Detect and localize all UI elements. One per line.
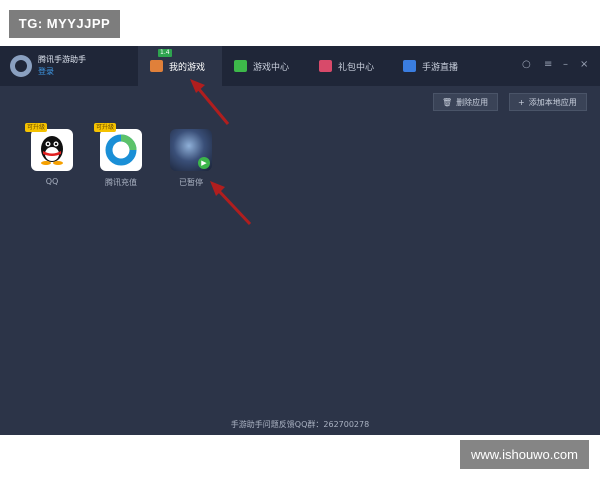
watermark-bottom-right: www.ishouwo.com	[460, 440, 589, 469]
annotation-arrows	[190, 79, 252, 226]
arrow-to-paused-game	[210, 181, 252, 226]
arrow-to-my-games	[190, 79, 230, 125]
